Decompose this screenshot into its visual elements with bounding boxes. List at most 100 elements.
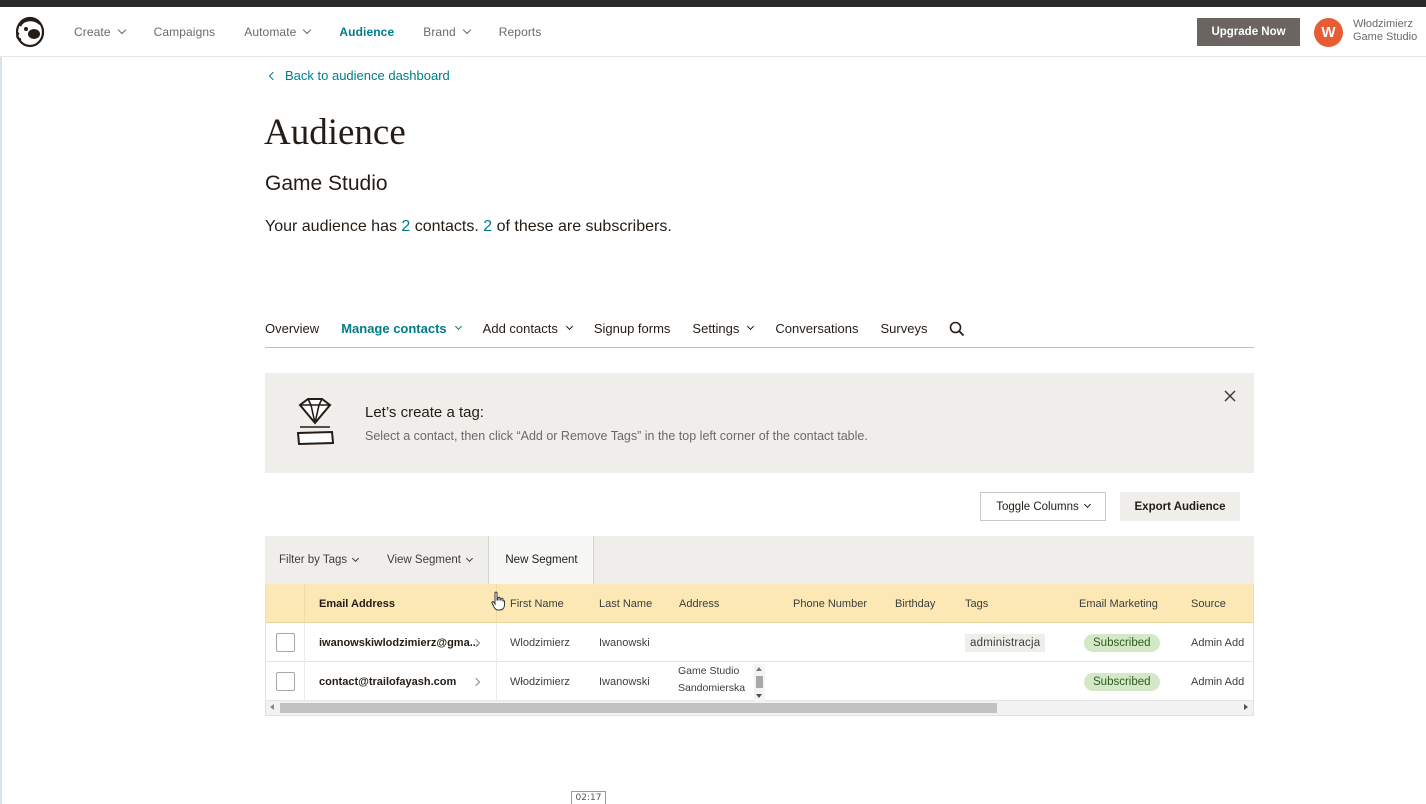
back-to-dashboard-link[interactable]: Back to audience dashboard [268, 68, 450, 83]
column-header-first-name[interactable]: First Name [510, 584, 564, 623]
nav-create[interactable]: Create [74, 25, 126, 39]
table-horizontal-scrollbar[interactable] [266, 701, 1253, 715]
chevron-right-icon[interactable] [471, 677, 481, 687]
tab-settings[interactable]: Settings [692, 321, 755, 336]
scroll-down-icon[interactable] [756, 694, 762, 698]
nav-reports[interactable]: Reports [499, 25, 542, 39]
row-checkbox[interactable] [276, 633, 295, 652]
tab-manage-contacts[interactable]: Manage contacts [341, 321, 462, 336]
column-divider [304, 623, 305, 662]
column-divider [496, 623, 497, 662]
view-segment-dropdown[interactable]: View Segment [387, 536, 473, 584]
chevron-down-icon [303, 25, 312, 35]
nav-label: Brand [423, 25, 456, 39]
toggle-columns-button[interactable]: Toggle Columns [980, 492, 1106, 521]
back-link-label: Back to audience dashboard [285, 68, 450, 83]
column-header-address[interactable]: Address [679, 584, 719, 623]
scroll-right-icon[interactable] [1244, 704, 1248, 710]
scroll-left-icon[interactable] [270, 704, 274, 710]
tab-label: Manage contacts [341, 321, 447, 336]
tab-overview[interactable]: Overview [265, 321, 319, 336]
column-header-last-name[interactable]: Last Name [599, 584, 652, 623]
chevron-down-icon [747, 322, 755, 331]
column-header-source[interactable]: Source [1191, 584, 1226, 623]
banner-title: Let’s create a tag: [365, 404, 484, 421]
nav-label: Automate [244, 25, 297, 39]
avatar[interactable]: W [1314, 18, 1343, 47]
timestamp-label: 02:17 [571, 791, 606, 804]
audience-summary: Your audience has 2 contacts. 2 of these… [265, 218, 672, 236]
tab-label: Conversations [775, 321, 859, 336]
user-name: Włodzimierz [1353, 18, 1413, 30]
search-icon[interactable] [949, 321, 965, 337]
summary-mid: contacts. [410, 218, 484, 235]
filter-tags-label: Filter by Tags [279, 554, 348, 566]
filter-by-tags-dropdown[interactable]: Filter by Tags [279, 536, 360, 584]
summary-prefix: Your audience has [265, 218, 402, 235]
scrollbar-thumb[interactable] [280, 703, 997, 713]
subscribers-count[interactable]: 2 [483, 218, 492, 235]
summary-suffix: of these are subscribers. [492, 218, 672, 235]
address-scrollbar[interactable] [754, 664, 765, 701]
nav-label: Campaigns [153, 25, 216, 39]
row-checkbox[interactable] [276, 672, 295, 691]
status-badge: Subscribed [1084, 672, 1160, 691]
column-header-birthday[interactable]: Birthday [895, 584, 935, 623]
filter-bar: Filter by Tags View Segment New Segment [265, 536, 1254, 584]
contact-source: Admin Add [1191, 675, 1245, 688]
contact-email-marketing: Subscribed [1084, 662, 1160, 701]
page-title: Audience [264, 112, 406, 153]
contact-email[interactable]: contact@trailofayash.com [319, 662, 456, 701]
tab-add-contacts[interactable]: Add contacts [482, 321, 573, 336]
contact-email[interactable]: iwanowskiwlodzimierz@gma... [319, 623, 479, 662]
tab-label: Surveys [880, 321, 928, 336]
hand-cursor-icon [491, 591, 505, 611]
tab-label: Signup forms [593, 321, 671, 336]
window-top-strip [0, 0, 1426, 7]
contacts-count[interactable]: 2 [401, 218, 410, 235]
contact-last-name: Iwanowski [599, 636, 650, 649]
contact-email-marketing: Subscribed [1084, 623, 1160, 662]
nav-campaigns[interactable]: Campaigns [154, 25, 216, 39]
table-header: Email Address First Name Last Name Addre… [266, 584, 1253, 623]
status-badge: Subscribed [1084, 633, 1160, 652]
account-menu[interactable]: Włodzimierz Game Studio [1353, 18, 1417, 44]
tag-pill[interactable]: administracja [965, 633, 1046, 652]
nav-label: Create [74, 25, 111, 39]
tab-signup-forms[interactable]: Signup forms [594, 321, 671, 336]
contact-first-name: Wlodzimierz [510, 636, 570, 649]
upgrade-now-button[interactable]: Upgrade Now [1197, 18, 1300, 46]
nav-label: Reports [498, 25, 542, 39]
new-segment-button[interactable]: New Segment [489, 536, 594, 584]
contact-address: Game Studio Sandomierska [678, 662, 766, 701]
tab-label: Settings [692, 321, 740, 336]
column-header-email[interactable]: Email Address [319, 584, 395, 623]
chevron-down-icon [454, 322, 462, 331]
diamond-icon [296, 398, 335, 446]
tab-conversations[interactable]: Conversations [775, 321, 858, 336]
banner-text: Select a contact, then click “Add or Rem… [365, 429, 868, 443]
column-divider [496, 662, 497, 701]
divider [593, 536, 594, 584]
contact-source: Admin Add [1191, 636, 1245, 649]
tab-surveys[interactable]: Surveys [881, 321, 928, 336]
scrollbar-thumb[interactable] [756, 676, 763, 688]
top-nav: Create Campaigns Automate Audience Brand… [0, 7, 1426, 57]
mailchimp-logo-icon[interactable] [14, 16, 46, 48]
close-icon[interactable] [1223, 389, 1237, 403]
scroll-up-icon[interactable] [756, 667, 762, 671]
chevron-down-icon [462, 25, 471, 35]
nav-audience[interactable]: Audience [339, 25, 394, 39]
nav-automate[interactable]: Automate [244, 25, 312, 39]
table-row[interactable]: contact@trailofayash.com Włodzimierz Iwa… [266, 662, 1253, 701]
contacts-table: Email Address First Name Last Name Addre… [265, 584, 1254, 716]
column-header-phone[interactable]: Phone Number [793, 584, 867, 623]
column-header-email-marketing[interactable]: Email Marketing [1079, 584, 1158, 623]
table-row[interactable]: iwanowskiwlodzimierz@gma... Wlodzimierz … [266, 623, 1253, 662]
column-header-tags[interactable]: Tags [965, 584, 988, 623]
column-divider [304, 584, 305, 623]
export-audience-button[interactable]: Export Audience [1120, 492, 1240, 521]
tab-label: Add contacts [482, 321, 558, 336]
window-left-edge [0, 7, 2, 804]
nav-brand[interactable]: Brand [423, 25, 471, 39]
